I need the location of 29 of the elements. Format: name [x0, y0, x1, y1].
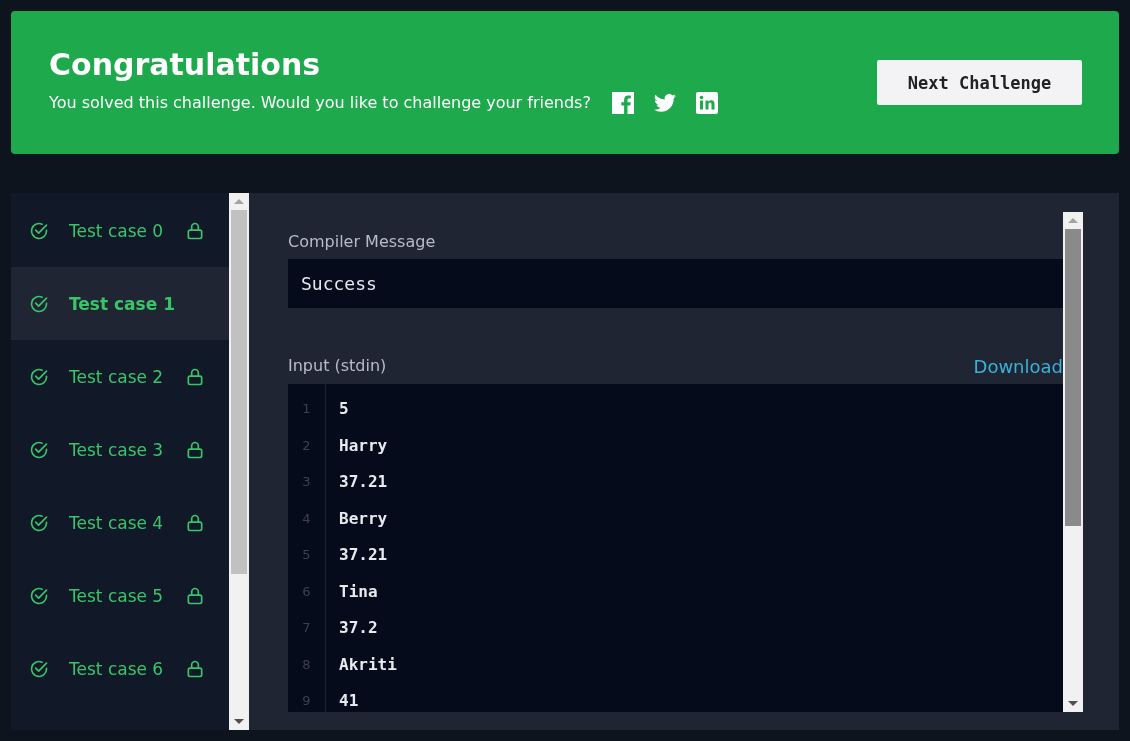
code-line: Harry: [339, 434, 389, 457]
banner-title: Congratulations: [49, 45, 322, 84]
next-challenge-button[interactable]: Next Challenge: [877, 60, 1082, 105]
facebook-share-link[interactable]: [610, 90, 635, 115]
code-line: 41: [339, 690, 360, 712]
compiler-message-output: Success: [288, 259, 1063, 308]
test-case-tab[interactable]: Test case 1: [11, 267, 229, 340]
linkedin-share-link[interactable]: [694, 90, 719, 115]
test-case-tab[interactable]: Test case 5: [11, 559, 229, 632]
code-line: Tina: [339, 580, 379, 603]
test-case-tab[interactable]: Test case 4: [11, 486, 229, 559]
compiler-message-label: Compiler Message: [288, 232, 437, 251]
test-case-tab[interactable]: Test case 0: [11, 194, 229, 267]
code-line: Berry: [339, 507, 389, 530]
code-line: 37.21: [339, 544, 389, 566]
code-line: Akriti: [339, 653, 397, 676]
scrollbar[interactable]: [229, 193, 249, 730]
linkedin-icon: [694, 90, 719, 115]
banner-message: You solved this challenge. Would you like to challenge your friends?: [49, 93, 591, 112]
code-line: 37.21: [339, 471, 389, 493]
code-line: 5: [339, 398, 350, 420]
facebook-icon: [610, 90, 635, 115]
scrollbar[interactable]: [1063, 212, 1083, 712]
test-case-tab[interactable]: Test case 3: [11, 413, 229, 486]
download-link[interactable]: Download: [973, 356, 1063, 377]
code-line: 37.2: [339, 617, 379, 639]
input-label: Input (stdin): [288, 356, 387, 377]
test-case-tab[interactable]: Test case 6: [11, 632, 229, 705]
test-case-tab[interactable]: Test case 2: [11, 340, 229, 413]
